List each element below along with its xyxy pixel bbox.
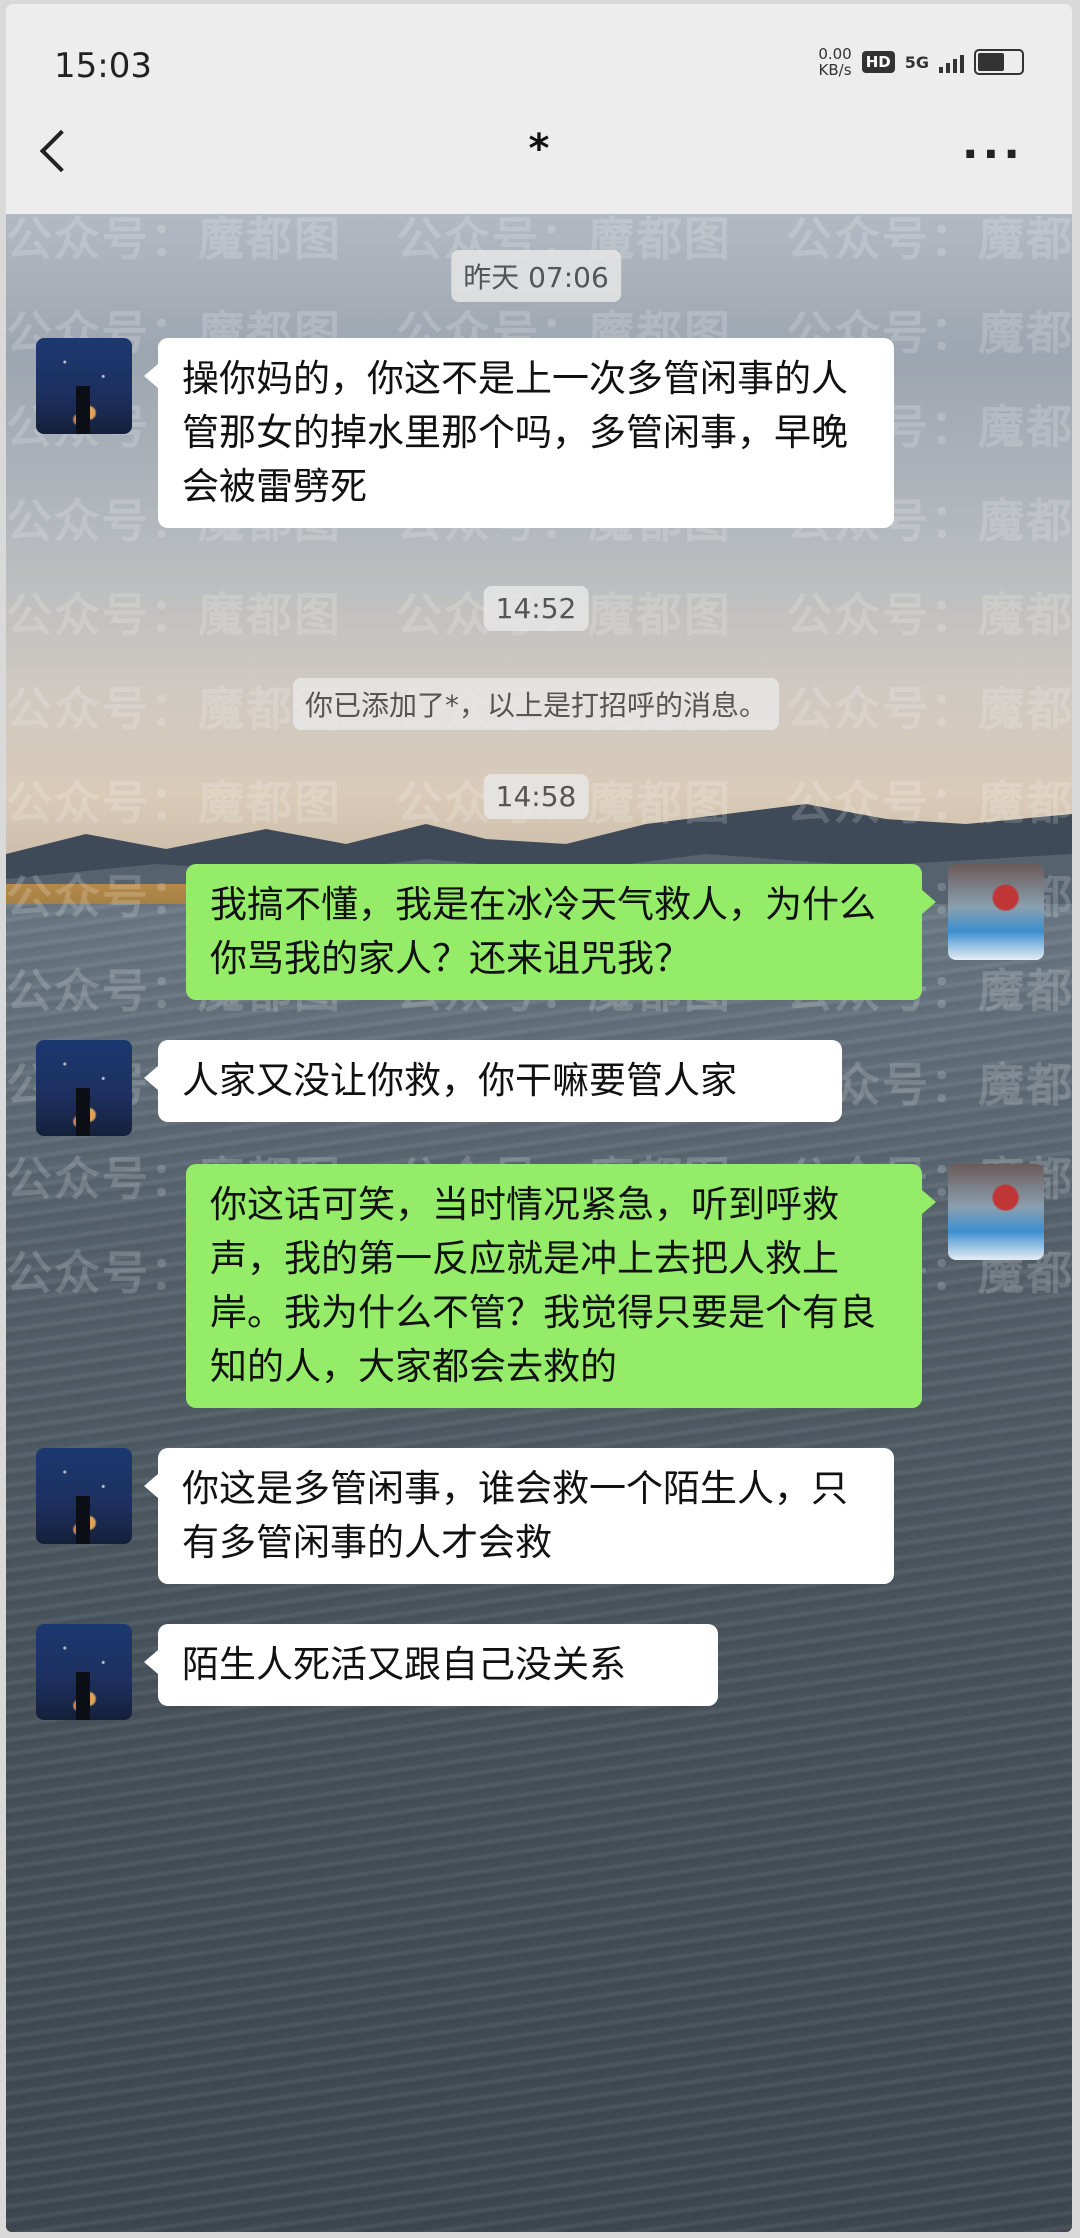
timestamp-3: 14:58 bbox=[483, 774, 589, 819]
more-options-button[interactable]: ··· bbox=[962, 129, 1024, 180]
outgoing-message-bubble[interactable]: 我搞不懂，我是在冰冷天气救人，为什么你骂我的家人？还来诅咒我？ bbox=[186, 864, 936, 1000]
status-time: 15:03 bbox=[54, 46, 152, 86]
incoming-message-bubble[interactable]: 人家又没让你救，你干嘛要管人家 bbox=[144, 1040, 842, 1122]
my-avatar[interactable] bbox=[948, 864, 1044, 960]
timestamp-1: 昨天 07:06 bbox=[451, 250, 621, 302]
timestamp-2: 14:52 bbox=[483, 586, 589, 631]
battery-icon bbox=[974, 49, 1024, 75]
incoming-message-bubble[interactable]: 陌生人死活又跟自己没关系 bbox=[144, 1624, 718, 1706]
incoming-message-bubble[interactable]: 操你妈的，你这不是上一次多管闲事的人管那女的掉水里那个吗，多管闲事，早晚会被雷劈… bbox=[144, 338, 894, 528]
contact-avatar[interactable] bbox=[36, 338, 132, 434]
chat-title: * bbox=[528, 126, 550, 172]
hd-icon: HD bbox=[861, 51, 895, 73]
network-speed: 0.00 KB/s bbox=[818, 45, 852, 79]
contact-avatar[interactable] bbox=[36, 1448, 132, 1544]
chat-window: 公众号：魔都图 公众号：魔都图 公众号：魔都图 公众号：魔都图 公众号：魔都图 … bbox=[6, 4, 1072, 2232]
contact-avatar[interactable] bbox=[36, 1624, 132, 1720]
contact-avatar[interactable] bbox=[36, 1040, 132, 1136]
top-bar: 15:03 0.00 KB/s HD 5G * ··· bbox=[6, 4, 1072, 214]
outgoing-message-bubble[interactable]: 你这话可笑，当时情况紧急，听到呼救声，我的第一反应就是冲上去把人救上岸。我为什么… bbox=[186, 1164, 936, 1408]
system-notice: 你已添加了*，以上是打招呼的消息。 bbox=[292, 678, 780, 730]
incoming-message-bubble[interactable]: 你这是多管闲事，谁会救一个陌生人，只有多管闲事的人才会救 bbox=[144, 1448, 894, 1584]
my-avatar[interactable] bbox=[948, 1164, 1044, 1260]
signal-label: 5G bbox=[904, 52, 929, 72]
signal-bars-icon bbox=[939, 51, 964, 73]
status-icons: 0.00 KB/s HD 5G bbox=[818, 46, 1024, 78]
